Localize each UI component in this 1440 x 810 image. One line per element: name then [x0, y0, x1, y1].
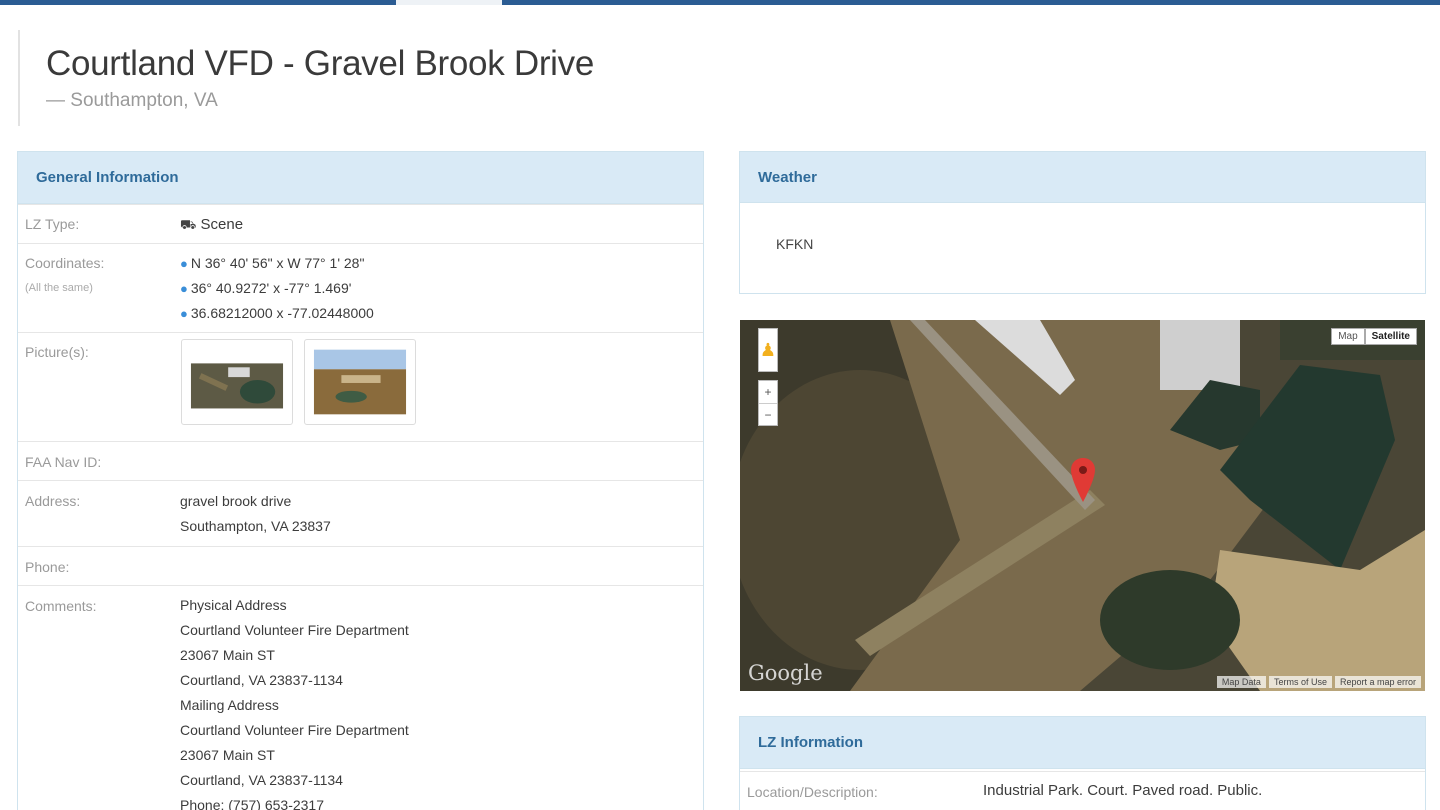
comment-line: 23067 Main ST: [180, 747, 275, 763]
lz-information-heading: LZ Information: [740, 717, 1425, 769]
comment-line: Courtland, VA 23837-1134: [180, 772, 343, 788]
landscape-photo: [312, 347, 408, 417]
coordinates-note: (All the same): [25, 282, 93, 294]
pictures-label: Picture(s):: [25, 344, 89, 360]
satellite-map[interactable]: ♟ + − Map Satellite Google Map Data Term…: [740, 320, 1425, 691]
active-tab[interactable]: [396, 0, 502, 5]
weather-panel: Weather KFKN: [739, 151, 1426, 294]
coordinate-dm-text: 36° 40.9272' x -77° 1.469': [190, 280, 352, 296]
weather-heading: Weather: [740, 152, 1425, 203]
lz-type-value-wrap: ⛟ Scene: [180, 212, 243, 237]
map-type-map-button[interactable]: Map: [1331, 328, 1365, 345]
truck-icon: ⛟: [180, 217, 197, 232]
coordinate-dms-text: N 36° 40' 56" x W 77° 1' 28": [190, 255, 365, 271]
comment-line: Courtland Volunteer Fire Department: [180, 722, 409, 738]
comments-value: Physical Address Courtland Volunteer Fir…: [180, 593, 409, 810]
picture-thumbnail-landscape[interactable]: [304, 339, 416, 425]
address-line: Southampton, VA 23837: [180, 518, 331, 534]
zoom-in-button[interactable]: +: [759, 381, 777, 403]
map-data-link[interactable]: Map Data: [1216, 676, 1266, 688]
phone-row: Phone:: [18, 546, 703, 585]
coordinates-list: ● N 36° 40' 56" x W 77° 1' 28" ● 36° 40.92…: [180, 251, 374, 326]
aerial-photo: [189, 347, 285, 417]
top-nav-bar: [0, 0, 1440, 5]
page-subtitle: — Southampton, VA: [46, 90, 218, 111]
coordinate-decimal-text: 36.68212000 x -77.02448000: [190, 305, 374, 321]
page-header: Courtland VFD - Gravel Brook Drive — Sou…: [18, 30, 718, 126]
address-label: Address:: [25, 493, 81, 509]
comment-line: Mailing Address: [180, 697, 279, 713]
faa-nav-id-row: FAA Nav ID:: [18, 441, 703, 480]
zoom-out-button[interactable]: −: [759, 403, 777, 425]
street-view-pegman[interactable]: ♟: [758, 328, 778, 372]
location-description-row: Location/Description: Industrial Park. C…: [740, 771, 1425, 810]
report-map-error-link[interactable]: Report a map error: [1334, 676, 1421, 688]
address-line: gravel brook drive: [180, 493, 292, 509]
google-logo: Google: [748, 661, 823, 685]
lz-type-value: Scene: [200, 216, 244, 233]
map-type-satellite-button[interactable]: Satellite: [1364, 328, 1417, 345]
location-description-label: Location/Description:: [747, 784, 878, 800]
lz-information-panel: LZ Information Location/Description: Ind…: [739, 716, 1426, 810]
coordinates-label: Coordinates:: [25, 255, 105, 271]
map-marker-icon: ●: [180, 306, 188, 321]
comments-label: Comments:: [25, 598, 97, 614]
page-title: Courtland VFD - Gravel Brook Drive: [46, 44, 595, 83]
address-value: gravel brook drive Southampton, VA 23837: [180, 489, 331, 539]
pictures-row: Picture(s):: [18, 332, 703, 441]
map-marker-icon: ●: [180, 281, 188, 296]
zoom-control: + −: [758, 380, 778, 426]
comment-line: Courtland Volunteer Fire Department: [180, 622, 409, 638]
comment-line: Courtland, VA 23837-1134: [180, 672, 343, 688]
general-information-heading: General Information: [18, 152, 703, 204]
coordinate-dm[interactable]: ● 36° 40.9272' x -77° 1.469': [180, 276, 374, 301]
coordinate-decimal[interactable]: ● 36.68212000 x -77.02448000: [180, 301, 374, 326]
coordinate-dms[interactable]: ● N 36° 40' 56" x W 77° 1' 28": [180, 251, 374, 276]
lz-type-row: LZ Type: ⛟ Scene: [18, 204, 703, 243]
picture-thumbnail-aerial[interactable]: [181, 339, 293, 425]
address-row: Address: gravel brook drive Southampton,…: [18, 480, 703, 546]
weather-station[interactable]: KFKN: [776, 236, 813, 252]
terms-of-use-link[interactable]: Terms of Use: [1268, 676, 1332, 688]
comment-line: Physical Address: [180, 597, 287, 613]
comment-line: 23067 Main ST: [180, 647, 275, 663]
comments-row: Comments: Physical Address Courtland Vol…: [18, 585, 703, 810]
map-marker-icon[interactable]: [1071, 458, 1095, 502]
person-icon: ♟: [759, 339, 777, 360]
coordinates-row: Coordinates: (All the same) ● N 36° 40' 5…: [18, 243, 703, 332]
lz-type-label: LZ Type:: [25, 216, 80, 232]
phone-label: Phone:: [25, 559, 70, 575]
satellite-imagery: [740, 320, 1425, 691]
map-marker-icon: ●: [180, 256, 188, 271]
map-footer: Map Data Terms of Use Report a map error: [1214, 676, 1421, 688]
faa-nav-id-label: FAA Nav ID:: [25, 454, 102, 470]
comment-line: Phone: (757) 653-2317: [180, 797, 324, 810]
location-description-value: Industrial Park. Court. Paved road. Publ…: [983, 782, 1263, 799]
map-type-control: Map Satellite: [1331, 328, 1417, 345]
general-information-panel: General Information LZ Type: ⛟ Scene Coo…: [17, 151, 704, 810]
